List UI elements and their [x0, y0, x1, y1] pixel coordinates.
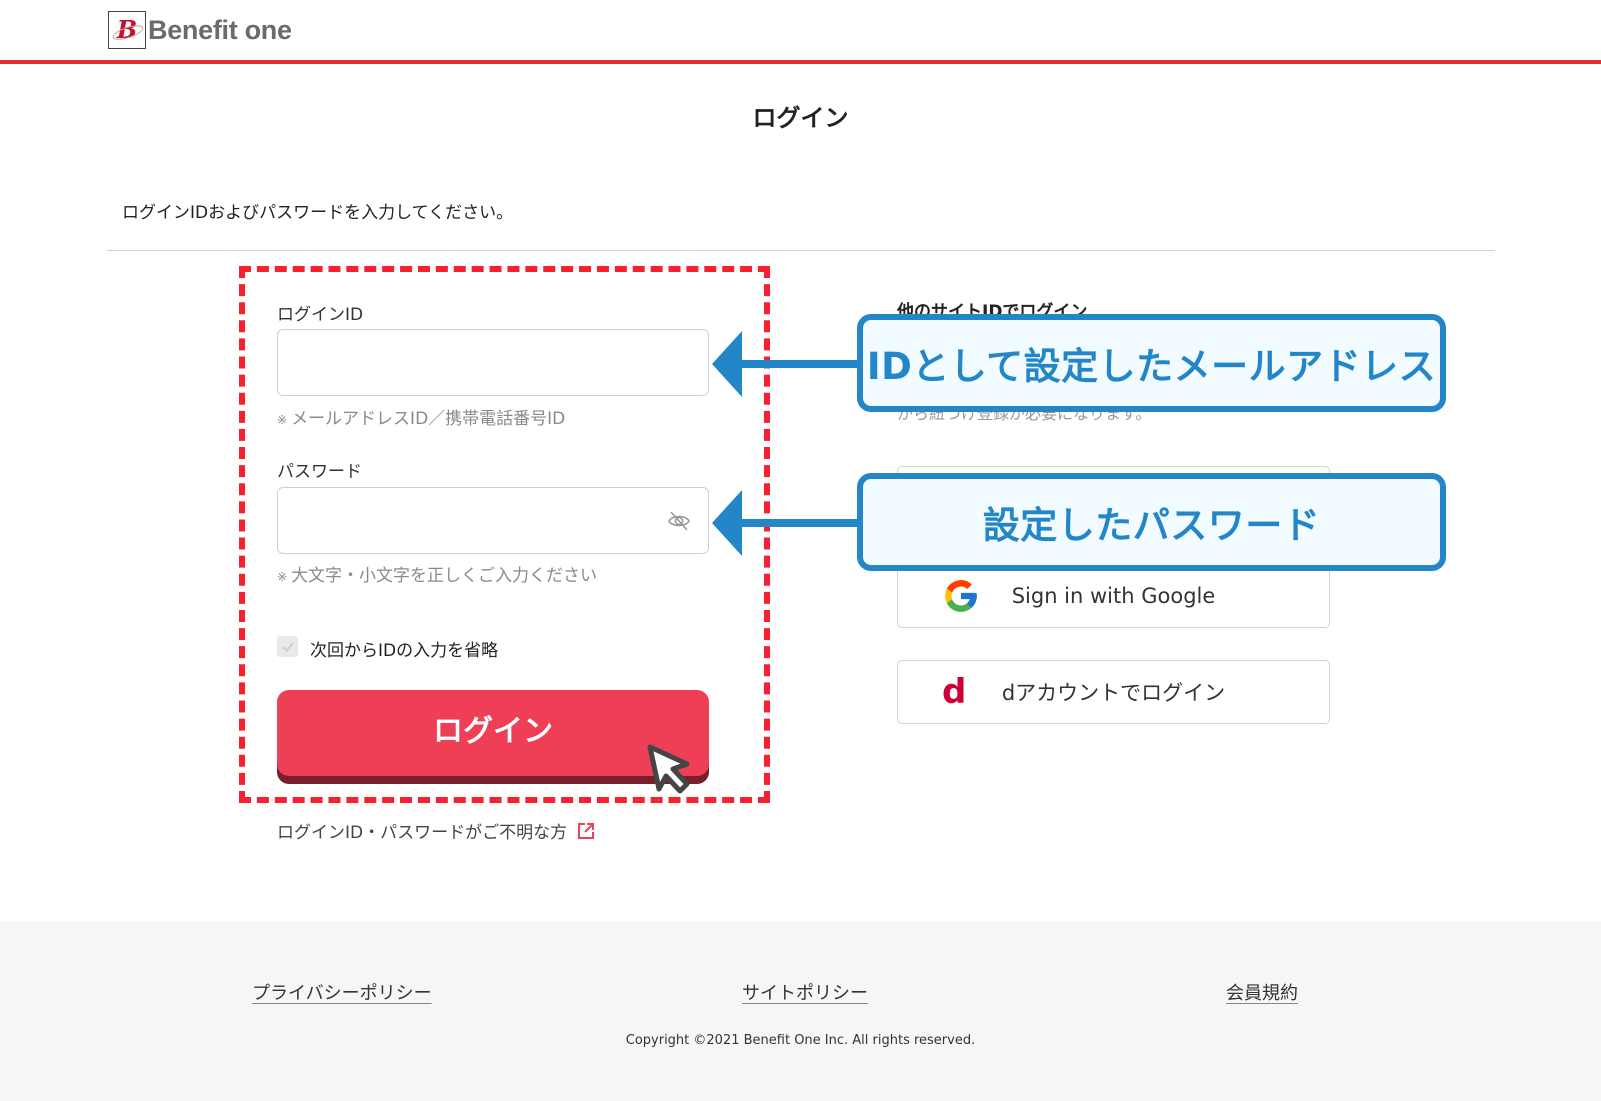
- site-footer: プライバシーポリシー サイトポリシー 会員規約 Copyright ©2021 …: [0, 921, 1601, 1101]
- arrow-left-icon: [712, 490, 862, 556]
- mouse-pointer-icon: [647, 744, 690, 794]
- benefit-one-logo[interactable]: B Benefit one: [108, 11, 292, 49]
- logo-text: Benefit one: [148, 14, 292, 45]
- site-header: B Benefit one: [0, 0, 1601, 64]
- divider: [107, 250, 1495, 251]
- logo-mark-letter: B: [116, 15, 138, 44]
- google-signin-label: Sign in with Google: [1011, 584, 1216, 608]
- page-title: ログイン: [752, 104, 849, 132]
- d-account-login-label: dアカウントでログイン: [1001, 681, 1226, 705]
- callout-id-email: IDとして設定したメールアドレス: [857, 314, 1446, 412]
- logo-mark-icon: B: [108, 11, 146, 49]
- footer-link-member-terms[interactable]: 会員規約: [1226, 979, 1298, 1005]
- footer-link-privacy-policy[interactable]: プライバシーポリシー: [252, 979, 432, 1005]
- arrow-left-icon: [712, 331, 862, 397]
- forgot-credentials-text: ログインID・パスワードがご不明な方: [277, 823, 568, 843]
- footer-link-site-policy[interactable]: サイトポリシー: [742, 979, 868, 1005]
- intro-text: ログインIDおよびパスワードを入力してください。: [122, 203, 514, 223]
- external-link-icon: [578, 822, 595, 839]
- d-account-login-button[interactable]: d dアカウントでログイン: [897, 660, 1330, 724]
- highlight-box: [239, 266, 770, 803]
- copyright-text: Copyright ©2021 Benefit One Inc. All rig…: [625, 1033, 976, 1048]
- callout-password: 設定したパスワード: [857, 473, 1446, 571]
- google-signin-button[interactable]: Sign in with Google: [897, 564, 1330, 628]
- forgot-credentials-link[interactable]: ログインID・パスワードがご不明な方: [277, 818, 595, 843]
